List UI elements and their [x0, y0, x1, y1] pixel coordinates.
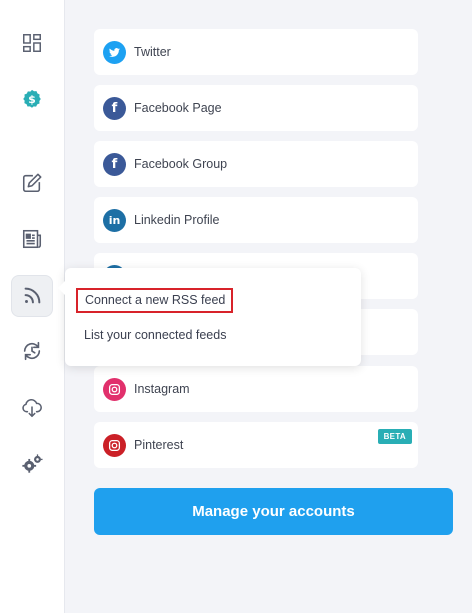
newspaper-icon[interactable] [11, 218, 53, 260]
linkedin-icon: in [103, 208, 126, 232]
account-label: Twitter [134, 45, 171, 59]
popup-arrow [58, 280, 66, 296]
rss-icon[interactable] [11, 275, 53, 317]
settings-gears-icon[interactable] [11, 443, 53, 485]
pinterest-icon [103, 433, 126, 457]
sync-clock-icon[interactable] [11, 330, 53, 372]
cloud-download-icon[interactable] [11, 387, 53, 429]
svg-text:$: $ [28, 93, 36, 106]
dashboard-icon[interactable] [11, 22, 53, 64]
account-card-twitter[interactable]: Twitter [94, 29, 418, 75]
account-label: Linkedin Profile [134, 213, 220, 227]
account-label: Instagram [134, 382, 190, 396]
account-card-linkedin-profile[interactable]: in Linkedin Profile [94, 197, 418, 243]
account-card-facebook-page[interactable]: f Facebook Page [94, 85, 418, 131]
sidebar: $ [0, 0, 65, 613]
facebook-icon: f [103, 96, 126, 120]
connect-rss-feed-link[interactable]: Connect a new RSS feed [76, 288, 234, 313]
beta-badge: BETA [377, 429, 412, 444]
account-label: Facebook Group [134, 157, 228, 171]
compose-icon[interactable] [11, 162, 53, 204]
account-card-facebook-group[interactable]: f Facebook Group [94, 141, 418, 187]
account-label: Facebook Page [134, 101, 222, 115]
instagram-icon [103, 377, 126, 401]
twitter-icon [103, 40, 126, 64]
facebook-icon: f [103, 152, 126, 176]
manage-accounts-button[interactable]: Manage your accounts [94, 488, 453, 535]
rss-menu-popup: Connect a new RSS feed List your connect… [58, 268, 361, 366]
dollar-badge-icon[interactable]: $ [11, 78, 53, 120]
account-card-instagram[interactable]: Instagram [94, 366, 418, 412]
account-card-pinterest[interactable]: Pinterest BETA [94, 422, 418, 468]
list-connected-feeds-link[interactable]: List your connected feeds [84, 328, 226, 342]
account-label: Pinterest [134, 438, 184, 452]
